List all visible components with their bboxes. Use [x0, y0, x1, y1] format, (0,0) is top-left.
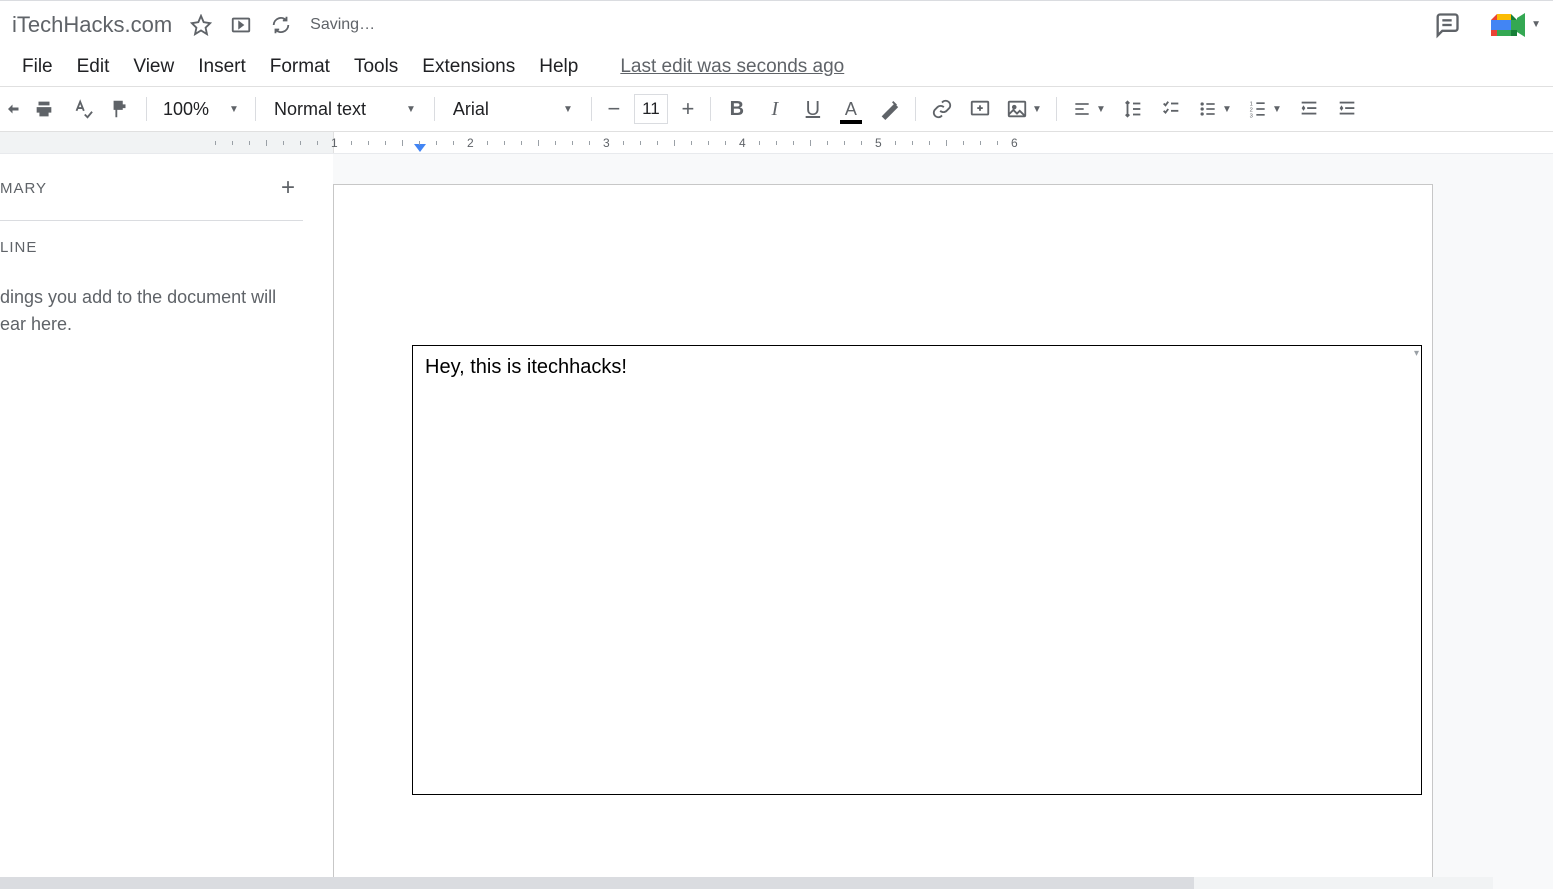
ruler-number: 2 — [467, 136, 474, 150]
menu-extensions[interactable]: Extensions — [410, 52, 527, 82]
paragraph-style-dropdown[interactable]: Normal text▼ — [264, 99, 426, 120]
document-text[interactable]: Hey, this is itechhacks! — [425, 356, 1409, 379]
saving-status: Saving… — [310, 16, 375, 34]
scrollbar-thumb[interactable] — [0, 877, 1194, 889]
toolbar: 100%▼ Normal text▼ Arial▼ − + B I U A ▼ … — [0, 86, 1553, 132]
indent-marker[interactable] — [414, 144, 426, 152]
outline-placeholder-text: dings you add to the document will ear h… — [0, 284, 303, 338]
text-box[interactable]: ▾ Hey, this is itechhacks! — [412, 345, 1422, 795]
insert-image-button[interactable]: ▼ — [1000, 91, 1048, 127]
workspace: MARY + LINE dings you add to the documen… — [0, 154, 1553, 889]
textbox-options-icon[interactable]: ▾ — [1414, 348, 1419, 359]
document-area[interactable]: ▾ Hey, this is itechhacks! — [333, 154, 1553, 889]
move-icon[interactable] — [230, 14, 252, 36]
text-color-button[interactable]: A — [833, 91, 869, 127]
toolbar-separator — [434, 97, 435, 121]
menu-help[interactable]: Help — [527, 52, 590, 82]
decrease-indent-button[interactable] — [1291, 91, 1327, 127]
cloud-sync-icon[interactable] — [270, 14, 292, 36]
toolbar-separator — [710, 97, 711, 121]
ruler-number: 3 — [603, 136, 610, 150]
increase-font-size-button[interactable]: + — [674, 96, 702, 122]
meet-icon[interactable] — [1489, 10, 1529, 40]
decrease-font-size-button[interactable]: − — [600, 96, 628, 122]
menu-edit[interactable]: Edit — [65, 52, 122, 82]
menu-file[interactable]: File — [10, 52, 65, 82]
summary-heading: MARY — [0, 180, 47, 197]
increase-indent-button[interactable] — [1329, 91, 1365, 127]
meet-dropdown-caret[interactable]: ▼ — [1531, 19, 1541, 30]
ruler[interactable]: 1 2 3 4 5 6 — [0, 132, 1553, 154]
font-size-input[interactable] — [634, 94, 668, 124]
title-bar: iTechHacks.com Saving… — [0, 0, 1553, 48]
ruler-number: 5 — [875, 136, 882, 150]
underline-button[interactable]: U — [795, 91, 831, 127]
undo-icon[interactable] — [4, 91, 24, 127]
toolbar-separator — [146, 97, 147, 121]
menu-format[interactable]: Format — [258, 52, 342, 82]
paint-format-icon[interactable] — [102, 91, 138, 127]
insert-link-button[interactable] — [924, 91, 960, 127]
toolbar-separator — [915, 97, 916, 121]
italic-button[interactable]: I — [757, 91, 793, 127]
line-spacing-button[interactable] — [1115, 91, 1151, 127]
align-button[interactable]: ▼ — [1065, 91, 1113, 127]
toolbar-separator — [591, 97, 592, 121]
toolbar-separator — [1056, 97, 1057, 121]
ruler-number: 4 — [739, 136, 746, 150]
add-comment-button[interactable] — [962, 91, 998, 127]
document-page[interactable]: ▾ Hey, this is itechhacks! — [333, 184, 1433, 889]
font-family-dropdown[interactable]: Arial▼ — [443, 99, 583, 120]
menu-tools[interactable]: Tools — [342, 52, 410, 82]
panel-separator — [0, 220, 303, 221]
menu-bar: File Edit View Insert Format Tools Exten… — [0, 48, 1553, 86]
highlight-color-button[interactable] — [871, 91, 907, 127]
menu-view[interactable]: View — [121, 52, 186, 82]
print-icon[interactable] — [26, 91, 62, 127]
outline-heading: LINE — [0, 239, 303, 256]
outline-panel: MARY + LINE dings you add to the documen… — [0, 154, 333, 889]
checklist-button[interactable] — [1153, 91, 1189, 127]
bold-button[interactable]: B — [719, 91, 755, 127]
svg-text:3: 3 — [1250, 113, 1253, 119]
star-icon[interactable] — [190, 14, 212, 36]
ruler-number: 1 — [331, 136, 338, 150]
zoom-dropdown[interactable]: 100%▼ — [155, 99, 247, 120]
toolbar-separator — [255, 97, 256, 121]
bulleted-list-button[interactable]: ▼ — [1191, 91, 1239, 127]
last-edit-link[interactable]: Last edit was seconds ago — [620, 56, 844, 78]
numbered-list-button[interactable]: 123 ▼ — [1241, 91, 1289, 127]
horizontal-scrollbar[interactable] — [0, 877, 1493, 889]
add-summary-button[interactable]: + — [281, 174, 295, 202]
ruler-number: 6 — [1011, 136, 1018, 150]
spellcheck-icon[interactable] — [64, 91, 100, 127]
comments-icon[interactable] — [1433, 11, 1461, 39]
document-title[interactable]: iTechHacks.com — [12, 12, 172, 38]
menu-insert[interactable]: Insert — [186, 52, 258, 82]
